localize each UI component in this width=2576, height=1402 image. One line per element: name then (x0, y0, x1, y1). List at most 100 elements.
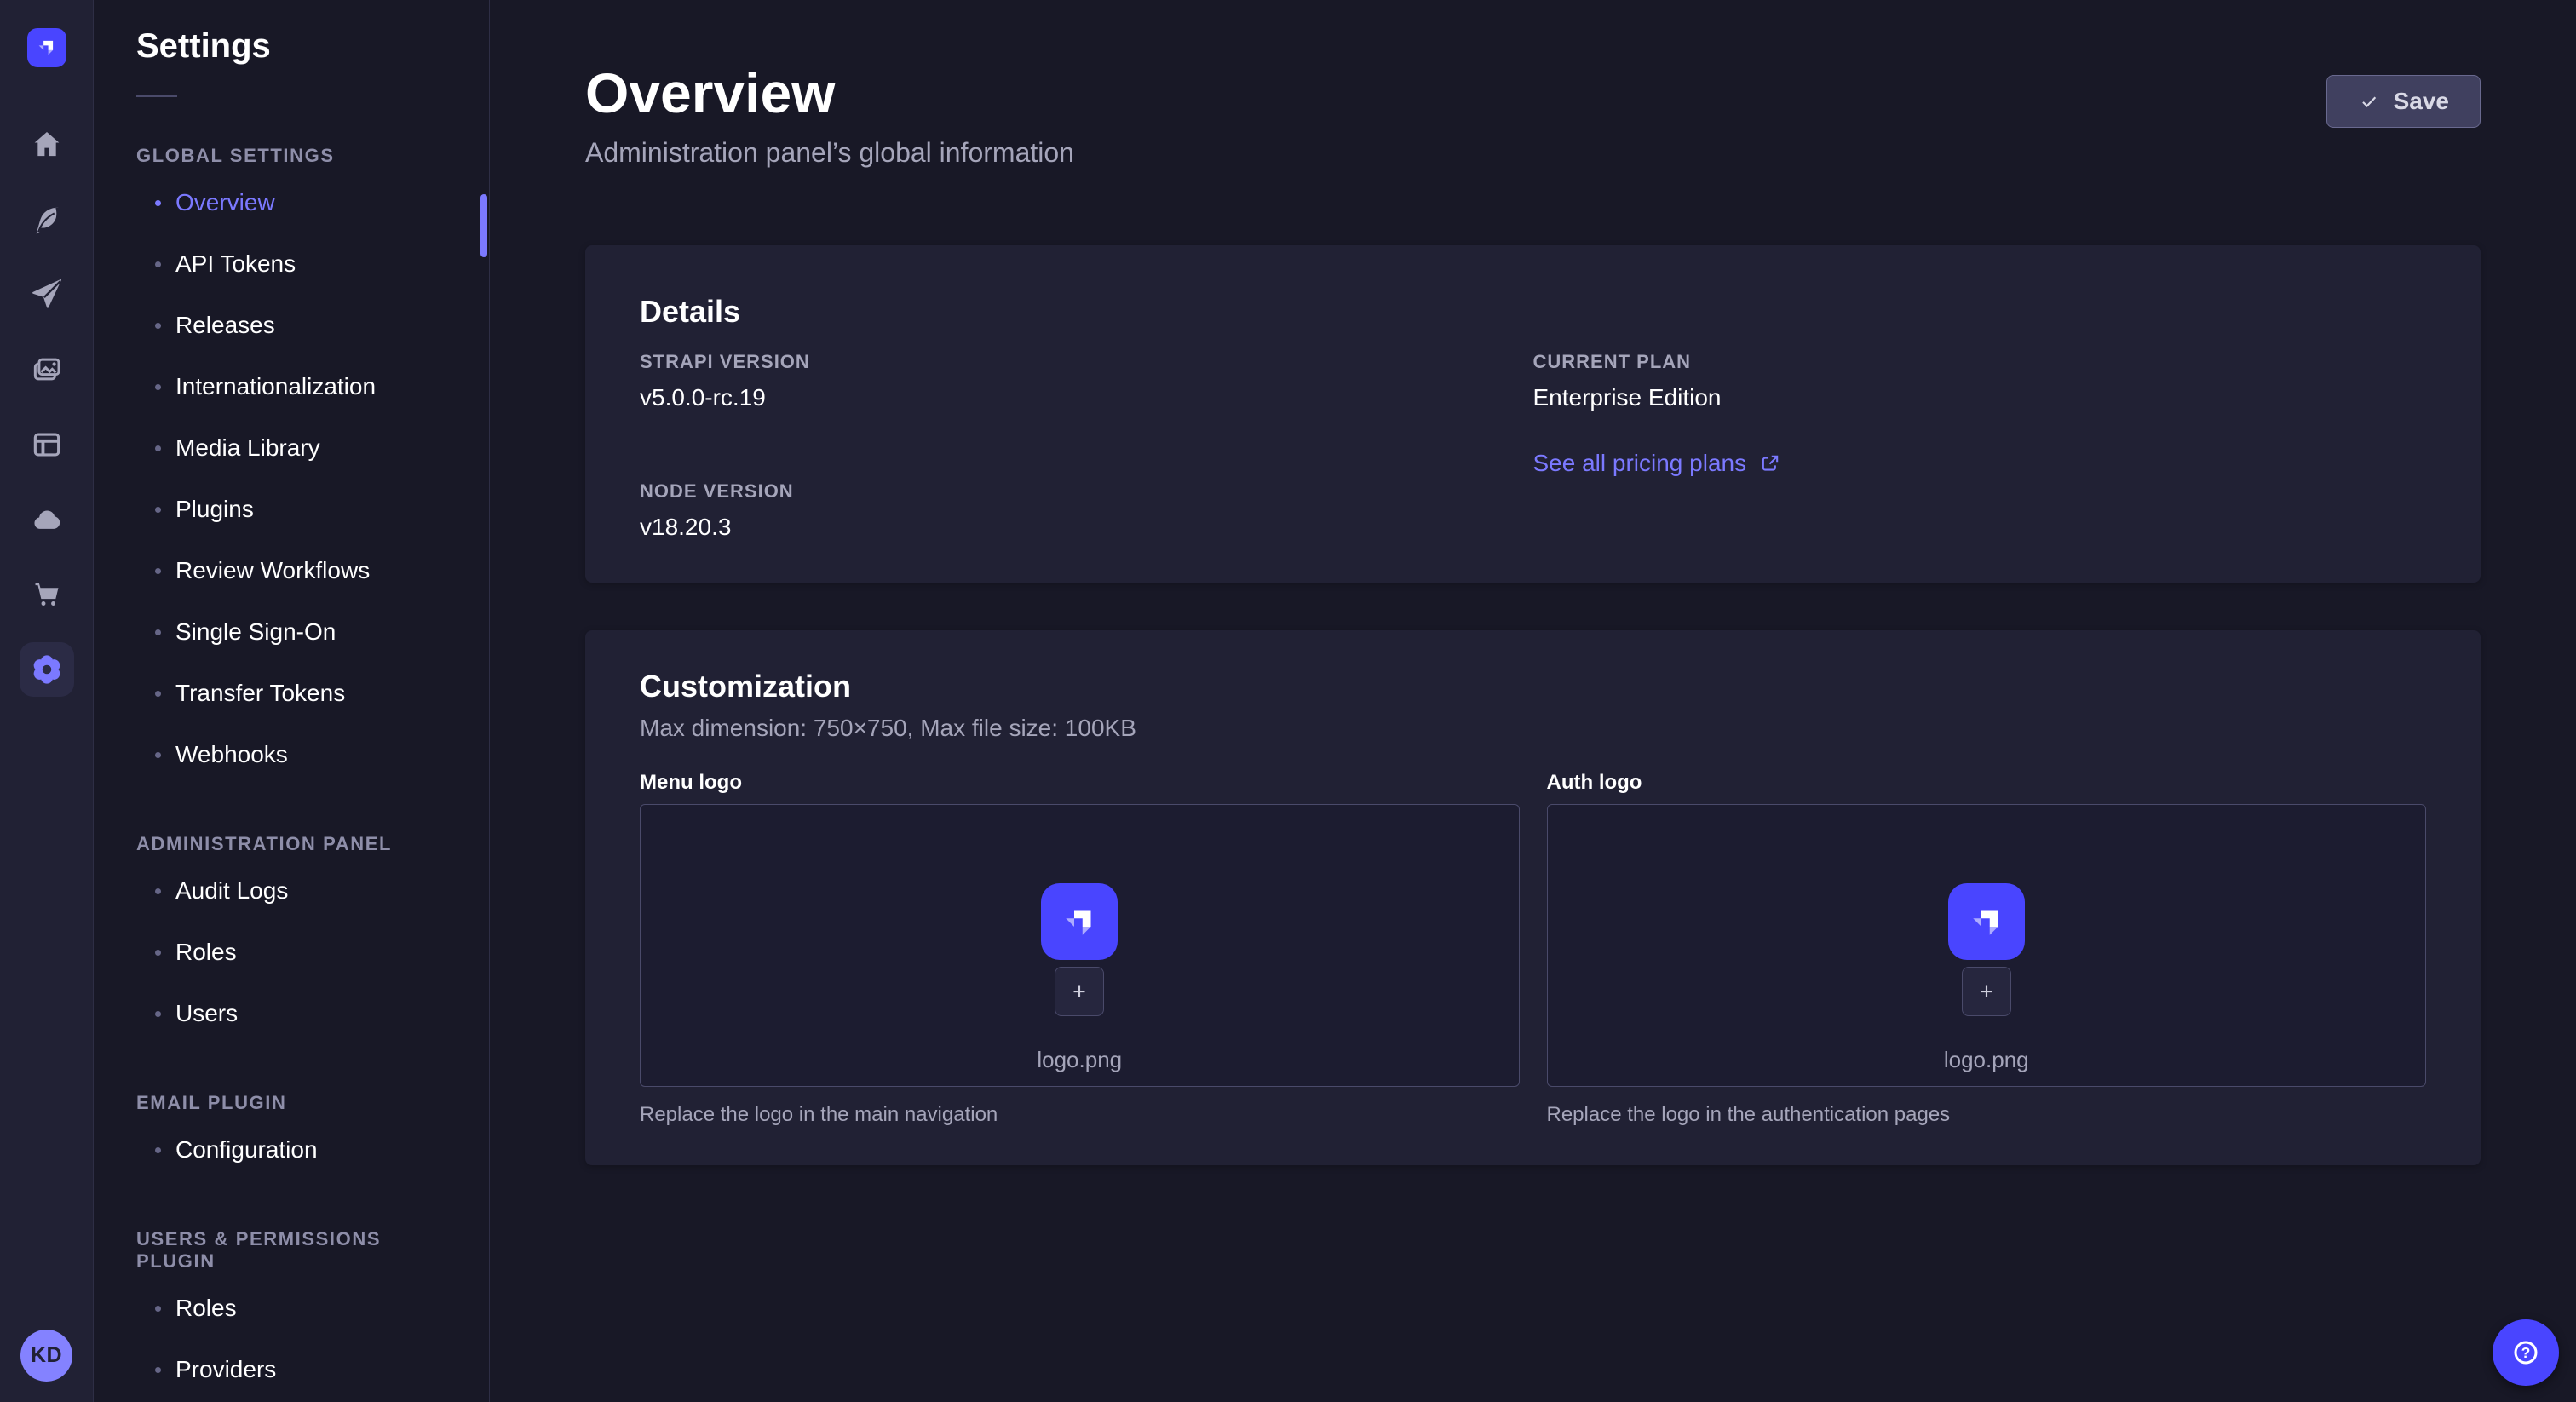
pricing-plans-link[interactable]: See all pricing plans (1533, 450, 1783, 477)
bullet-icon (155, 752, 161, 758)
details-fields: STRAPI VERSION v5.0.0-rc.19 NODE VERSION… (640, 351, 2426, 542)
subnav-item-label: API Tokens (175, 250, 296, 278)
subnav-item-label: Overview (175, 189, 275, 216)
cloud-icon[interactable] (20, 492, 74, 547)
question-mark-icon: ? (2509, 1336, 2543, 1370)
subnav-item-webhooks[interactable]: Webhooks (155, 724, 458, 785)
subnav-item-releases[interactable]: Releases (155, 295, 458, 356)
bullet-icon (155, 384, 161, 390)
subnav-scrollbar-thumb[interactable] (480, 194, 487, 257)
subnav-item-admin-users[interactable]: Users (155, 983, 458, 1044)
bullet-icon (155, 568, 161, 574)
main-content: Overview Administration panel’s global i… (490, 0, 2576, 1402)
strapi-admin-app: KD Settings GLOBAL SETTINGS Overview API… (0, 0, 2576, 1402)
node-version-label: NODE VERSION (640, 480, 1533, 503)
current-plan-value: Enterprise Edition (1533, 383, 2427, 412)
section-header-users-permissions-plugin: USERS & PERMISSIONS PLUGIN (136, 1228, 458, 1273)
strapi-version-value: v5.0.0-rc.19 (640, 383, 1533, 412)
strapi-logo-icon (1966, 901, 2007, 942)
bullet-icon (155, 1147, 161, 1153)
plus-icon (1974, 979, 1999, 1004)
subnav-item-label: Roles (175, 1295, 237, 1322)
check-icon (2358, 90, 2380, 112)
subnav-item-api-tokens[interactable]: API Tokens (155, 233, 458, 295)
auth-logo-filename: logo.png (1944, 1047, 2029, 1073)
subnav-title: Settings (136, 26, 458, 66)
save-button[interactable]: Save (2326, 75, 2481, 128)
bullet-icon (155, 323, 161, 329)
subnav-item-media-library[interactable]: Media Library (155, 417, 458, 479)
current-plan-label: CURRENT PLAN (1533, 351, 2427, 373)
subnav-item-audit-logs[interactable]: Audit Logs (155, 860, 458, 922)
subnav-item-admin-roles[interactable]: Roles (155, 922, 458, 983)
subnav-item-configuration[interactable]: Configuration (155, 1119, 458, 1181)
menu-logo-label: Menu logo (640, 770, 1520, 796)
images-icon[interactable] (20, 342, 74, 397)
bullet-icon (155, 629, 161, 635)
subnav-item-label: Providers (175, 1356, 276, 1383)
menu-logo-filename: logo.png (1037, 1047, 1122, 1073)
strapi-logo-icon (1059, 901, 1100, 942)
main-nav-rail: KD (0, 0, 94, 1402)
menu-logo-hint: Replace the logo in the main navigation (640, 1102, 1520, 1128)
subnav-item-label: Users (175, 1000, 238, 1027)
subnav-item-plugins[interactable]: Plugins (155, 479, 458, 540)
user-avatar[interactable]: KD (20, 1330, 72, 1382)
customization-card: Customization Max dimension: 750×750, Ma… (585, 630, 2481, 1165)
menu-logo-dropzone[interactable]: logo.png (640, 804, 1520, 1087)
subnav-item-label: Review Workflows (175, 557, 370, 584)
subnav-item-review-workflows[interactable]: Review Workflows (155, 540, 458, 601)
menu-logo-preview (1041, 883, 1118, 960)
global-settings-list: Overview API Tokens Releases Internation… (136, 172, 458, 785)
page-header: Overview Administration panel’s global i… (585, 61, 2481, 169)
paper-plane-icon[interactable] (20, 267, 74, 322)
current-plan-field: CURRENT PLAN Enterprise Edition (1533, 351, 2427, 412)
menu-logo-add-button[interactable] (1055, 967, 1104, 1016)
auth-logo-hint: Replace the logo in the authentication p… (1547, 1102, 2427, 1128)
gear-icon[interactable] (20, 642, 74, 697)
rail-icon-menu (20, 118, 74, 697)
subnav-item-overview[interactable]: Overview (155, 172, 458, 233)
section-header-administration-panel: ADMINISTRATION PANEL (136, 833, 458, 855)
save-button-label: Save (2394, 88, 2449, 115)
page-subtitle: Administration panel’s global informatio… (585, 136, 1074, 169)
customization-subtitle: Max dimension: 750×750, Max file size: 1… (640, 714, 2426, 743)
window-layout-icon[interactable] (20, 417, 74, 472)
bullet-icon (155, 1367, 161, 1373)
strapi-version-field: STRAPI VERSION v5.0.0-rc.19 (640, 351, 1533, 412)
strapi-logo-icon[interactable] (27, 28, 66, 67)
subnav-item-label: Webhooks (175, 741, 288, 768)
cart-icon[interactable] (20, 567, 74, 622)
auth-logo-add-button[interactable] (1962, 967, 2011, 1016)
feather-icon[interactable] (20, 192, 74, 247)
home-icon[interactable] (20, 118, 74, 172)
subnav-item-single-sign-on[interactable]: Single Sign-On (155, 601, 458, 663)
plus-icon (1067, 979, 1092, 1004)
external-link-icon (1758, 451, 1782, 475)
auth-logo-preview (1948, 883, 2025, 960)
bullet-icon (155, 888, 161, 894)
page-header-titles: Overview Administration panel’s global i… (585, 61, 1074, 169)
auth-logo-label: Auth logo (1547, 770, 2427, 796)
auth-logo-dropzone[interactable]: logo.png (1547, 804, 2427, 1087)
subnav-item-label: Single Sign-On (175, 618, 336, 646)
users-permissions-list: Roles Providers (136, 1278, 458, 1400)
subnav-item-up-providers[interactable]: Providers (155, 1339, 458, 1400)
subnav-item-label: Internationalization (175, 373, 376, 400)
svg-text:?: ? (2521, 1344, 2531, 1361)
subnav-divider (136, 95, 177, 97)
details-card-title: Details (640, 293, 2426, 330)
subnav-item-internationalization[interactable]: Internationalization (155, 356, 458, 417)
subnav-item-transfer-tokens[interactable]: Transfer Tokens (155, 663, 458, 724)
rail-logo-area (0, 0, 93, 95)
bullet-icon (155, 445, 161, 451)
strapi-version-label: STRAPI VERSION (640, 351, 1533, 373)
details-right-column: CURRENT PLAN Enterprise Edition See all … (1533, 351, 2427, 542)
help-button[interactable]: ? (2493, 1319, 2559, 1386)
bullet-icon (155, 1011, 161, 1017)
bullet-icon (155, 200, 161, 206)
details-card: Details STRAPI VERSION v5.0.0-rc.19 NODE… (585, 245, 2481, 583)
subnav-item-up-roles[interactable]: Roles (155, 1278, 458, 1339)
menu-logo-upload: Menu logo logo.png Replace the logo in t… (640, 770, 1520, 1128)
bullet-icon (155, 507, 161, 513)
